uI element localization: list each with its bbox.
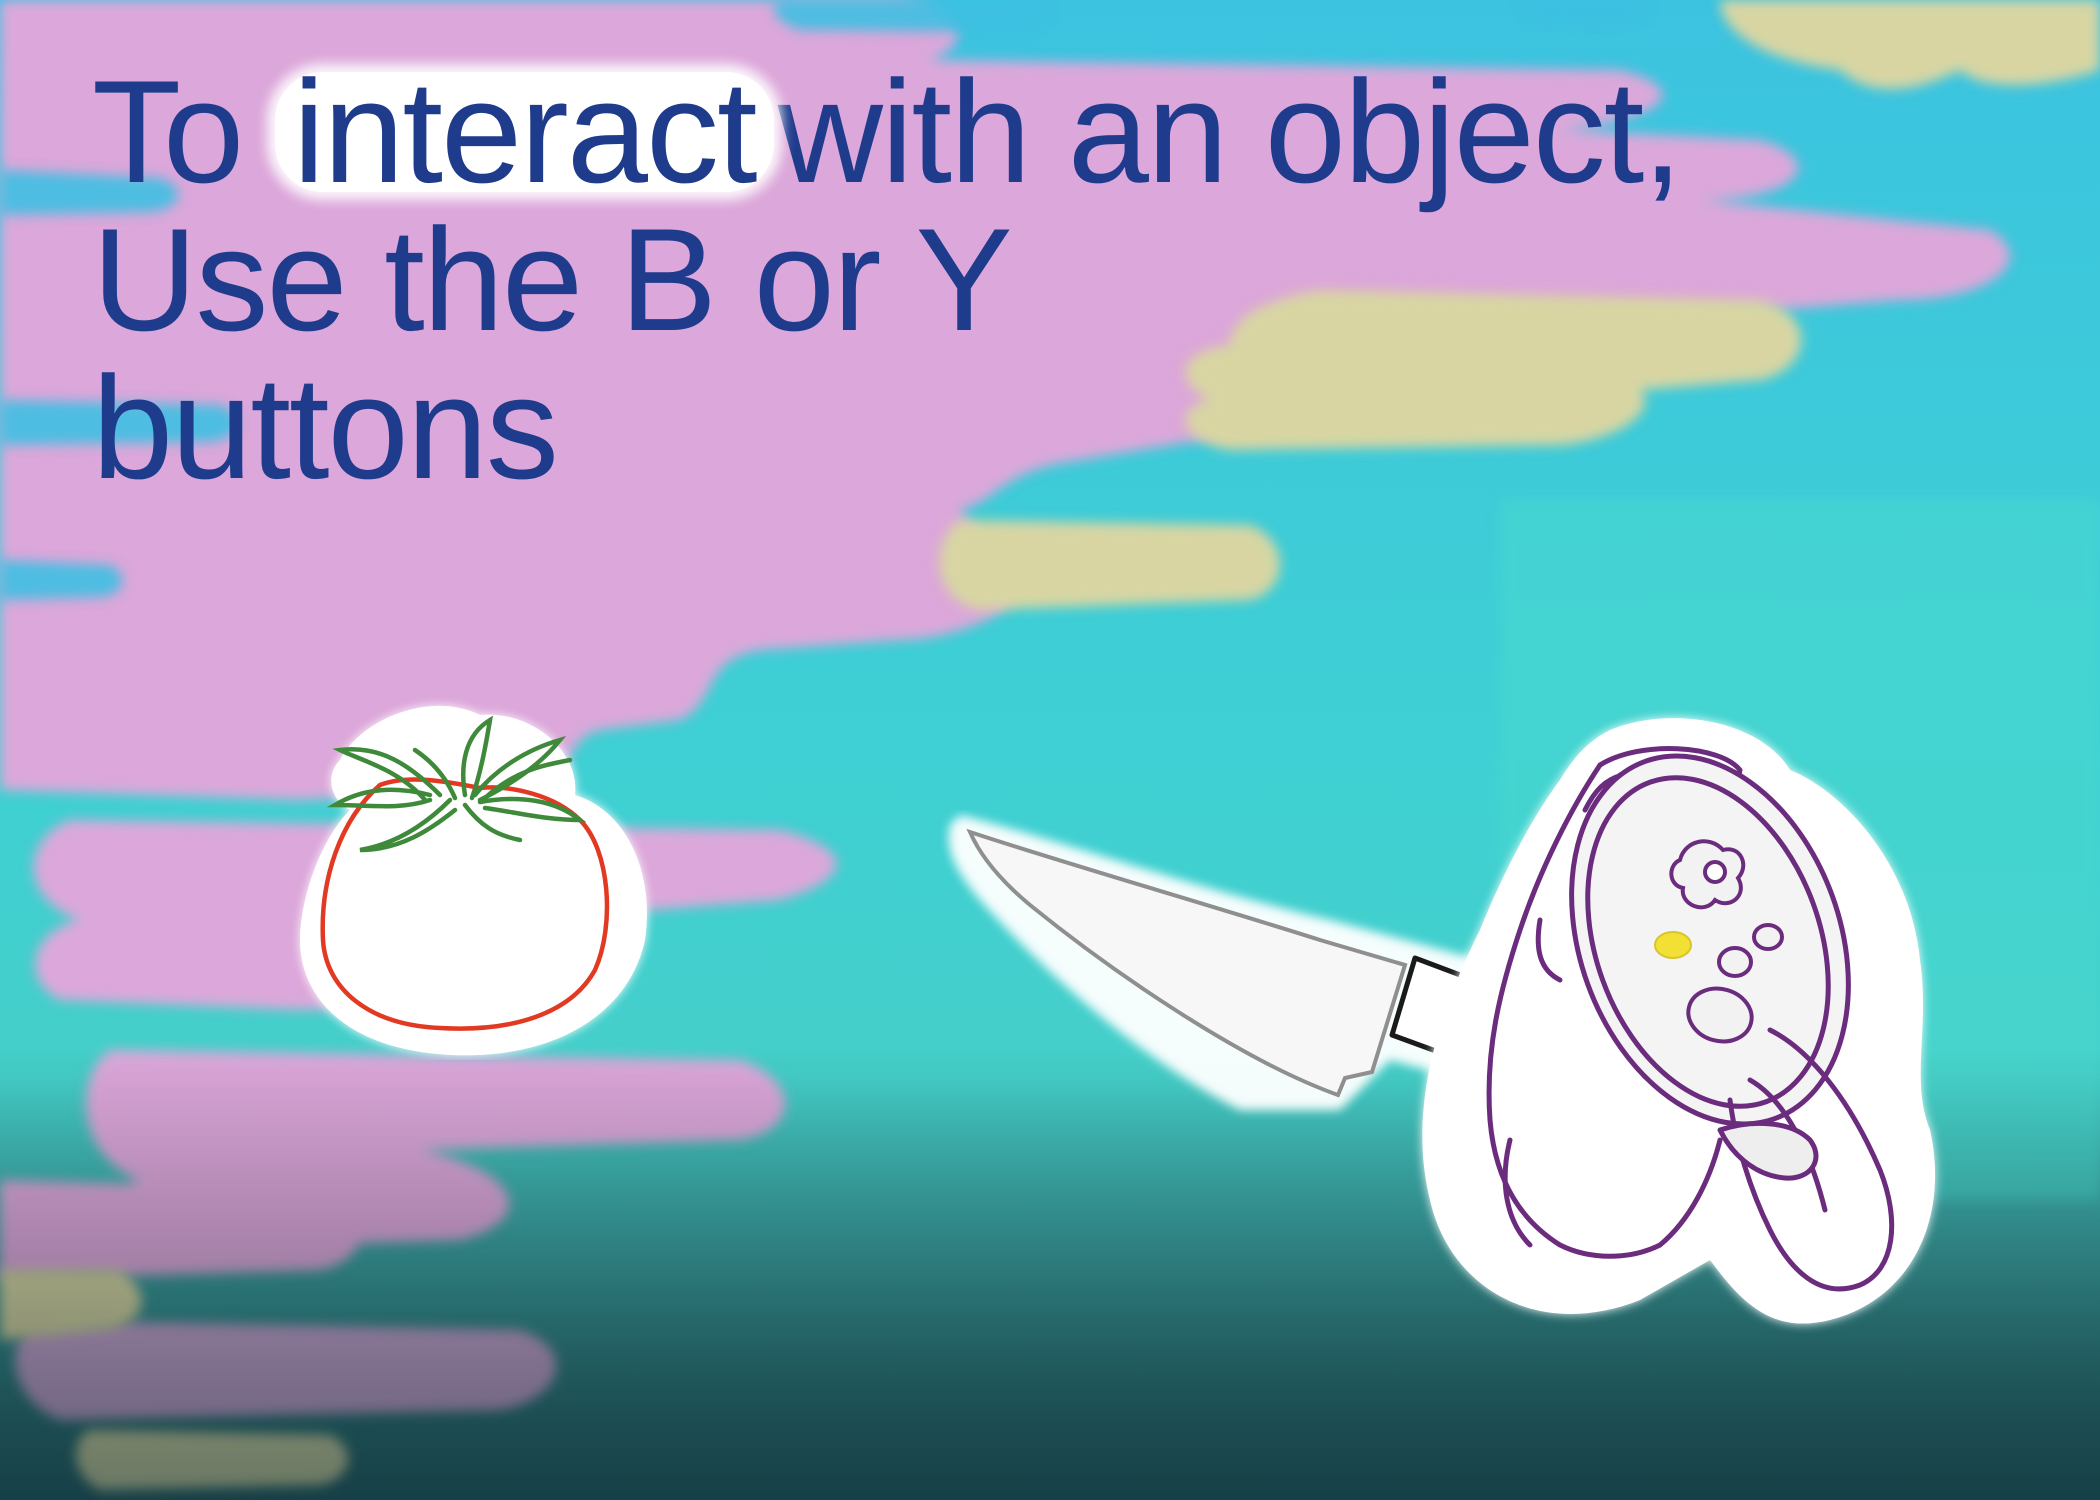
instruction-prefix: To [92, 50, 244, 213]
instruction-line-2: Use the B or Y [92, 198, 1013, 361]
instruction-line-1: To interact with an object, [92, 58, 1792, 206]
game-scene: To interact with an object, Use the B or … [0, 0, 2100, 1500]
controller-yellow-button [1654, 931, 1692, 959]
instruction-text: To interact with an object, Use the B or … [92, 58, 1792, 502]
tomato-icon[interactable] [280, 670, 680, 1060]
highlighted-keyword: interact [274, 59, 774, 205]
instruction-line-3: buttons [92, 346, 559, 509]
instruction-suffix: with an object, [777, 50, 1683, 213]
vr-controller-icon[interactable] [1390, 700, 1950, 1340]
